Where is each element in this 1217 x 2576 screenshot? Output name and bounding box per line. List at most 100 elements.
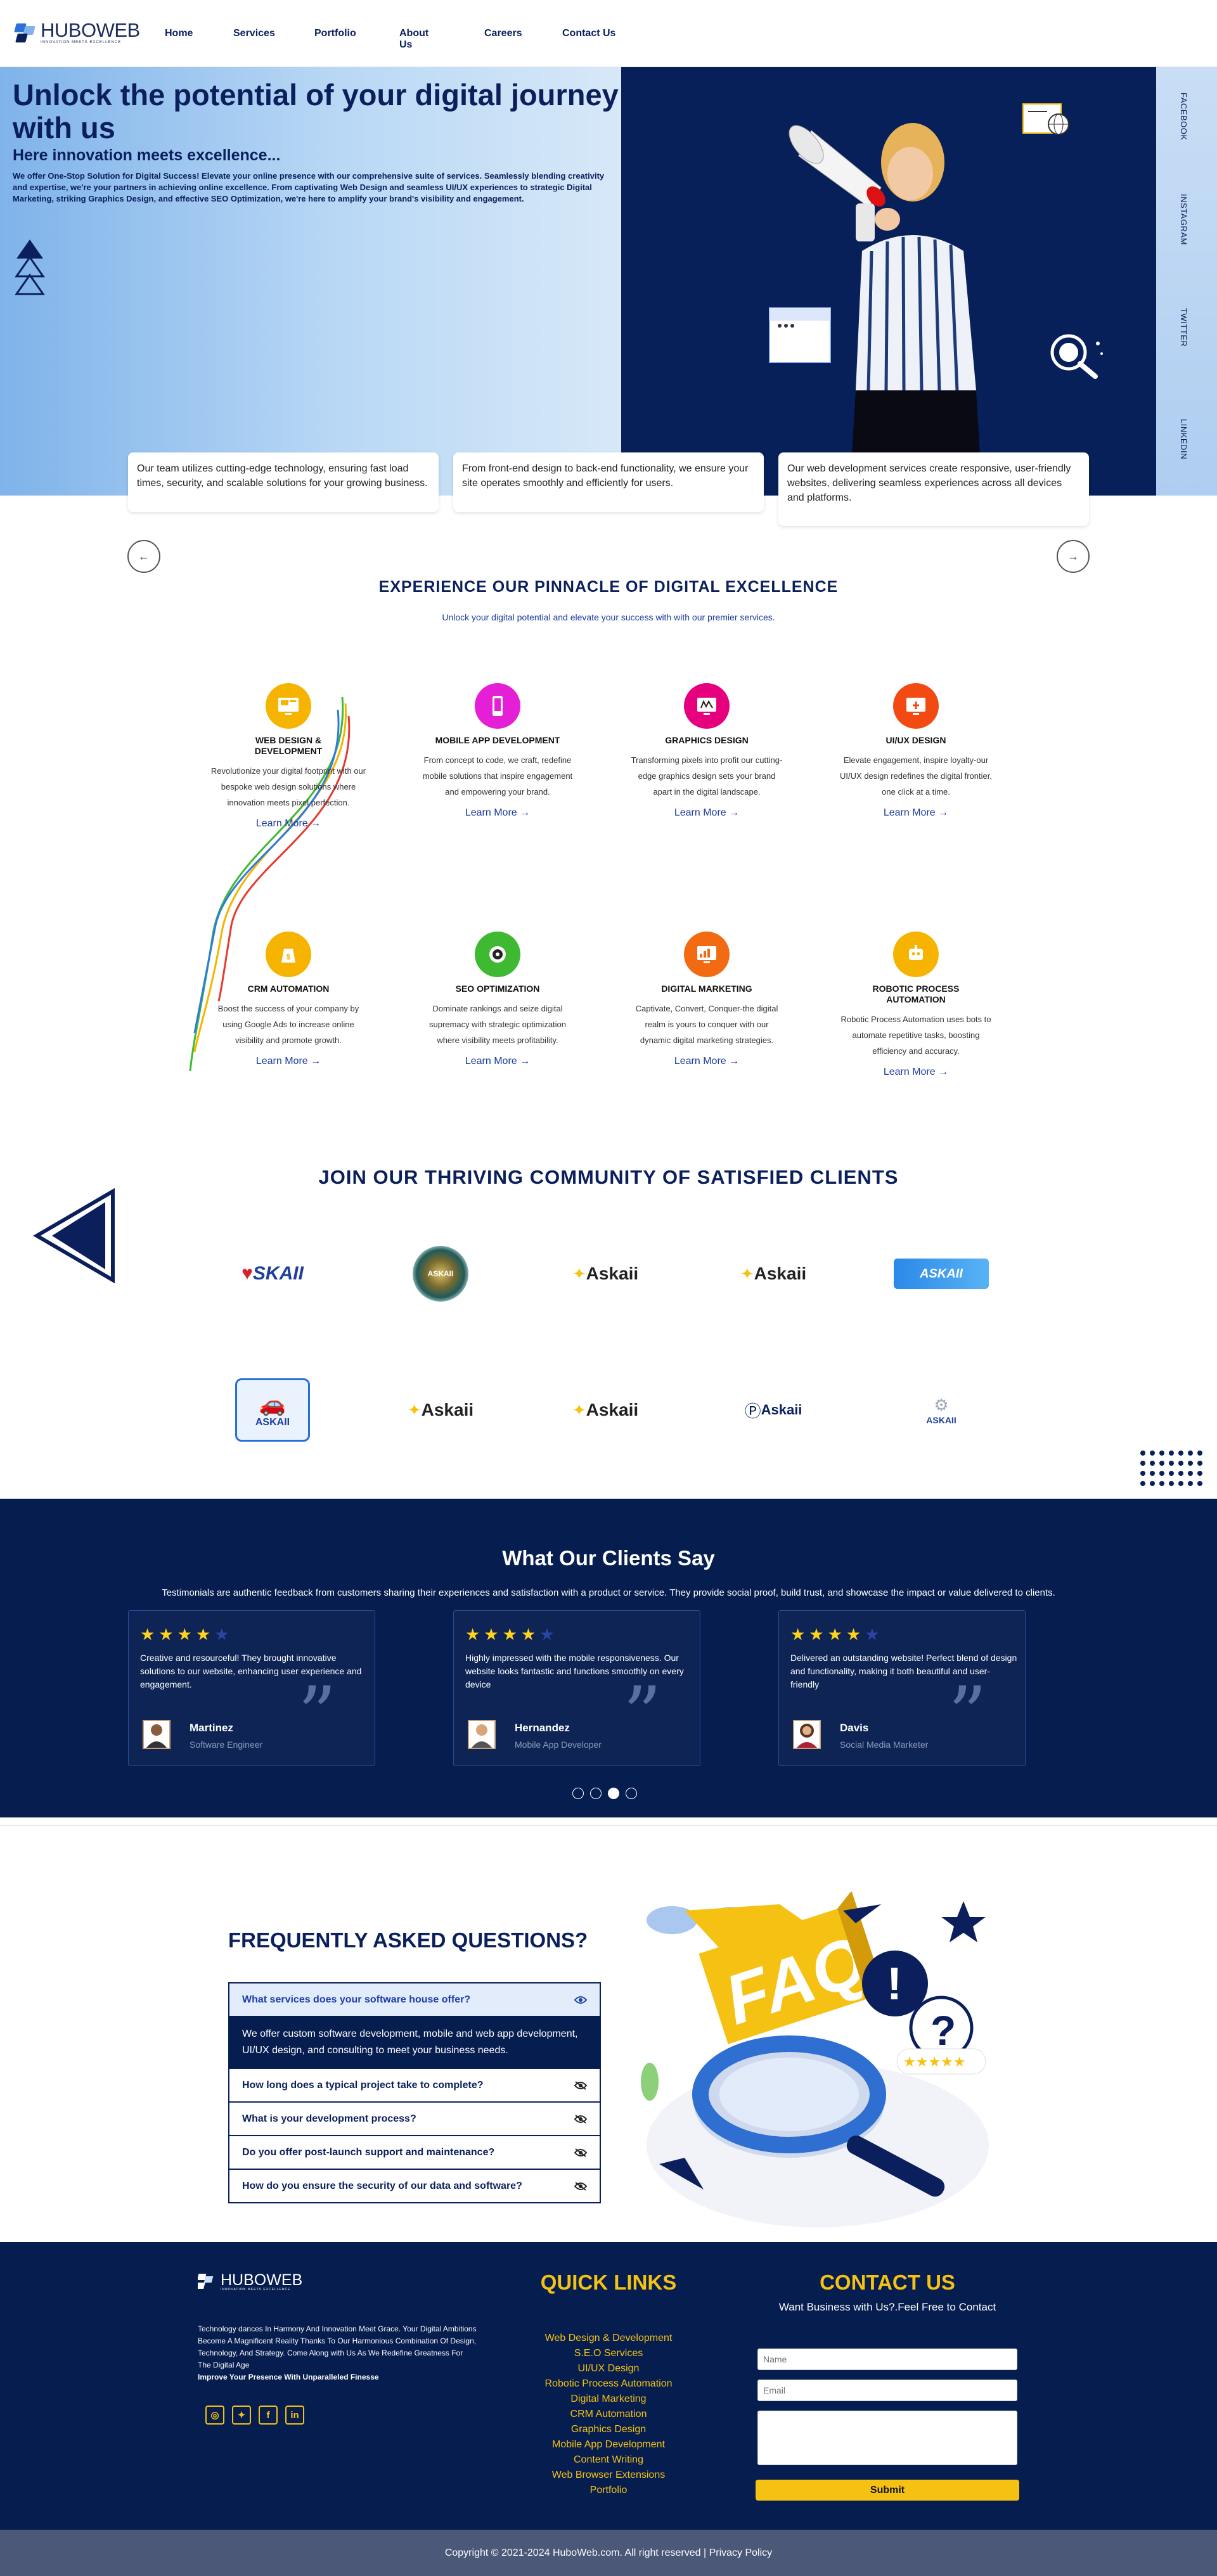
- eye-off-icon: [574, 2148, 587, 2157]
- faq-question-text: Do you offer post-launch support and mai…: [242, 2146, 495, 2158]
- service-name: WEB DESIGN & DEVELOPMENT: [254, 735, 323, 756]
- message-textarea[interactable]: [757, 2411, 1017, 2465]
- email-input[interactable]: [757, 2380, 1017, 2401]
- faq-question[interactable]: Do you offer post-launch support and mai…: [229, 2135, 600, 2169]
- hero-image-panel: [621, 67, 1156, 496]
- nav-portfolio[interactable]: Portfolio: [314, 28, 356, 39]
- service-card: DIGITAL MARKETING Captivate, Convert, Co…: [624, 932, 789, 1067]
- quick-link[interactable]: Digital Marketing: [482, 2392, 735, 2407]
- browser-window-icon: [769, 307, 831, 363]
- globe-window-icon: [1022, 103, 1069, 135]
- carousel-next-button[interactable]: →: [1057, 540, 1090, 573]
- quick-link[interactable]: Robotic Process Automation: [482, 2376, 735, 2392]
- nav-careers[interactable]: Careers: [484, 28, 522, 39]
- quick-link[interactable]: Web Browser Extensions: [482, 2468, 735, 2483]
- service-desc: Elevate engagement, inspire loyalty-our …: [840, 755, 992, 797]
- quick-link[interactable]: CRM Automation: [482, 2407, 735, 2422]
- testimonial-card: ★★★★★ Creative and resourceful! They bro…: [128, 1610, 375, 1766]
- learn-more-link[interactable]: Learn More →: [624, 1056, 789, 1067]
- learn-more-link[interactable]: Learn More →: [834, 1067, 998, 1078]
- testimonials-intro: Testimonials are authentic feedback from…: [162, 1587, 1055, 1598]
- social-instagram-link[interactable]: INSTAGRAM: [1179, 194, 1188, 245]
- footer-logo[interactable]: HUBOWEB INNOVATION MEETS EXCELLENCE: [198, 2272, 302, 2291]
- svg-text:★★★★★: ★★★★★: [903, 2054, 966, 2070]
- quick-link[interactable]: Web Design & Development: [482, 2331, 735, 2346]
- client-logo-text: Askaii: [586, 1400, 639, 1419]
- svg-text:?: ?: [930, 2007, 956, 2054]
- client-logo: ASKAII: [894, 1248, 989, 1299]
- learn-more-link[interactable]: Learn More →: [206, 1056, 371, 1067]
- site-footer: HUBOWEB INNOVATION MEETS EXCELLENCE Tech…: [0, 2242, 1217, 2530]
- carousel-prev-button[interactable]: ←: [127, 540, 160, 573]
- quick-link[interactable]: Graphics Design: [482, 2422, 735, 2437]
- client-logo: ✦ Askaii: [407, 1400, 474, 1419]
- social-twitter-link[interactable]: TWITTER: [1179, 308, 1188, 347]
- quick-link[interactable]: S.E.O Services: [482, 2346, 735, 2361]
- carousel-dot[interactable]: [572, 1788, 584, 1799]
- facebook-icon[interactable]: f: [259, 2406, 278, 2425]
- social-sidebar: FACEBOOK INSTAGRAM TWITTER LINKEDIN: [1156, 67, 1217, 496]
- service-card: GRAPHICS DESIGN Transforming pixels into…: [624, 683, 789, 819]
- faq-question[interactable]: What is your development process?: [229, 2101, 600, 2135]
- graphics-design-icon: [684, 683, 730, 729]
- hero-section: Unlock the potential of your digital jou…: [0, 67, 1217, 496]
- service-name: SEO OPTIMIZATION: [455, 984, 540, 994]
- megaphone-woman-illustration: [789, 123, 982, 496]
- nav-home[interactable]: Home: [165, 28, 193, 39]
- quick-link[interactable]: Content Writing: [482, 2452, 735, 2468]
- carousel-dot[interactable]: [590, 1788, 602, 1799]
- faq-question-text: What is your development process?: [242, 2113, 416, 2124]
- brand-logo[interactable]: HUBOWEB INNOVATION MEETS EXCELLENCE: [14, 19, 140, 44]
- service-desc: Boost the success of your company by usi…: [217, 1004, 359, 1045]
- svg-text:$: $: [287, 952, 291, 961]
- quick-link[interactable]: UI/UX Design: [482, 2361, 735, 2376]
- social-facebook-link[interactable]: FACEBOOK: [1179, 93, 1188, 141]
- client-logo-text: SKAII: [252, 1263, 304, 1284]
- nav-contact[interactable]: Contact Us: [562, 28, 615, 39]
- client-logo-text: ASKAII: [926, 1414, 956, 1425]
- learn-more-link[interactable]: Learn More →: [415, 807, 580, 819]
- clients-title: JOIN OUR THRIVING COMMUNITY OF SATISFIED…: [318, 1166, 899, 1188]
- carousel-dot-active[interactable]: [608, 1788, 619, 1799]
- quote-mark-icon: ”: [622, 1671, 662, 1759]
- social-linkedin-link[interactable]: LINKEDIN: [1179, 419, 1188, 459]
- triangle-outline-icon: [33, 1188, 115, 1283]
- brand-name: HUBOWEB: [41, 19, 140, 41]
- mobile-app-icon: [475, 683, 520, 729]
- client-logo: ✦ Askaii: [740, 1264, 807, 1283]
- digital-marketing-icon: [684, 932, 730, 977]
- quick-link[interactable]: Portfolio: [482, 2483, 735, 2498]
- nav-services[interactable]: Services: [233, 28, 275, 39]
- learn-more-link[interactable]: Learn More →: [415, 1056, 580, 1067]
- twitter-icon[interactable]: ✦: [232, 2406, 251, 2425]
- service-desc: From concept to code, we craft, redefine…: [422, 755, 573, 797]
- testimonial-role: Software Engineer: [190, 1740, 263, 1750]
- services-subtitle: Unlock your digital potential and elevat…: [442, 612, 775, 622]
- service-desc: Revolutionize your digital footprint wit…: [210, 766, 366, 807]
- learn-more-link[interactable]: Learn More →: [834, 807, 998, 819]
- name-input[interactable]: [757, 2349, 1017, 2370]
- site-header: HUBOWEB INNOVATION MEETS EXCELLENCE Home…: [0, 0, 1217, 67]
- carousel-dot[interactable]: [626, 1788, 637, 1799]
- quick-link[interactable]: Mobile App Development: [482, 2437, 735, 2452]
- instagram-icon[interactable]: ◎: [205, 2406, 224, 2425]
- quote-mark-icon: ”: [948, 1671, 987, 1759]
- linkedin-icon[interactable]: in: [285, 2406, 304, 2425]
- learn-more-link[interactable]: Learn More →: [624, 807, 789, 819]
- learn-more-link[interactable]: Learn More →: [206, 818, 371, 830]
- submit-button[interactable]: Submit: [756, 2480, 1019, 2501]
- service-desc: Dominate rankings and seize digital supr…: [428, 1004, 567, 1045]
- footer-brand-tagline: INNOVATION MEETS EXCELLENCE: [221, 2288, 291, 2291]
- triangle-decoration-icon: [15, 240, 45, 295]
- faq-accordion: What services does your software house o…: [228, 1982, 601, 2203]
- faq-question[interactable]: What services does your software house o…: [229, 1982, 600, 2016]
- nav-about[interactable]: About Us: [399, 28, 428, 51]
- testimonials-section: What Our Clients Say Testimonials are au…: [0, 1499, 1217, 1817]
- hero-title: Unlock the potential of your digital jou…: [13, 78, 619, 144]
- service-card: UI/UX DESIGN Elevate engagement, inspire…: [834, 683, 998, 819]
- faq-question[interactable]: How long does a typical project take to …: [229, 2068, 600, 2101]
- faq-question-text: How do you ensure the security of our da…: [242, 2180, 522, 2191]
- faq-question[interactable]: How do you ensure the security of our da…: [229, 2169, 600, 2202]
- client-logo: ✦ Askaii: [572, 1264, 639, 1283]
- client-logo: Ⓟ Askaii: [744, 1401, 802, 1421]
